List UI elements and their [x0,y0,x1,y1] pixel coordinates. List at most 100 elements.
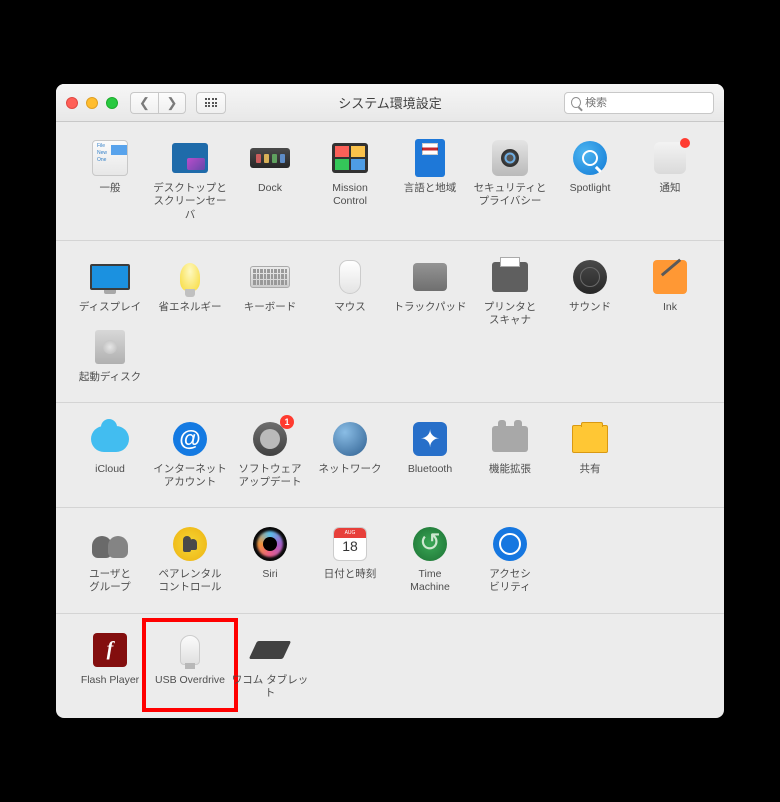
window-title: システム環境設定 [338,93,442,112]
pref-label: キーボード [244,301,297,314]
pref-lang[interactable]: 言語と地域 [390,138,470,221]
siri-icon [250,524,290,564]
pref-share[interactable]: 共有 [550,419,630,489]
pref-label: 日付と時刻 [324,568,377,581]
wacom-icon [250,630,290,670]
titlebar: ❮ ❯ システム環境設定 [56,84,724,122]
pref-sound[interactable]: サウンド [550,257,630,327]
pref-section-row3: iCloud@インターネット アカウント 1 ソフトウェア アップデートネットワーク… [56,402,724,507]
pref-label: サウンド [569,301,611,314]
trackpad-icon [410,257,450,297]
pref-bt[interactable]: ✦ Bluetooth [390,419,470,489]
pref-label: トラックパッド [394,301,467,314]
pref-ext[interactable]: 機能拡張 [470,419,550,489]
pref-label: ユーザと グループ [89,568,131,594]
pref-label: 通知 [660,182,681,195]
pref-printer[interactable]: プリンタと スキャナ [470,257,550,327]
pref-disk[interactable]: 起動ディスク [70,327,150,384]
pref-mission[interactable]: Mission Control [310,138,390,221]
pref-accounts[interactable]: @インターネット アカウント [150,419,230,489]
users-icon [90,524,130,564]
security-icon [490,138,530,178]
pref-ink[interactable]: Ink [630,257,710,327]
pref-label: Dock [258,182,282,195]
pref-users[interactable]: ユーザと グループ [70,524,150,594]
ink-icon [650,257,690,297]
back-button[interactable]: ❮ [130,92,158,114]
zoom-button[interactable] [106,97,118,109]
keyboard-icon [250,257,290,297]
ext-icon [490,419,530,459]
pref-label: Ink [663,301,677,314]
pref-label: Siri [262,568,277,581]
pref-label: セキュリティと プライバシー [474,182,547,208]
pref-wacom[interactable]: ワコム タブレット [230,630,310,700]
search-field[interactable] [564,92,714,114]
pref-keyboard[interactable]: キーボード [230,257,310,327]
pref-label: プリンタと スキャナ [484,301,537,327]
system-preferences-window: ❮ ❯ システム環境設定 一般 デスクトップと スクリーンセーバ Dock Missi… [56,84,724,718]
pref-notif[interactable]: 通知 [630,138,710,221]
pref-general[interactable]: 一般 [70,138,150,221]
accounts-icon: @ [170,419,210,459]
pref-label: アクセシ ビリティ [489,568,530,594]
pref-label: デスクトップと スクリーンセーバ [150,182,230,221]
pref-label: 言語と地域 [404,182,457,195]
update-icon: 1 [250,419,290,459]
pref-date[interactable]: AUG18 日付と時刻 [310,524,390,594]
search-input[interactable] [585,97,707,109]
flash-icon: f [90,630,130,670]
mouse-icon [330,257,370,297]
pref-label: 機能拡張 [489,463,531,476]
minimize-button[interactable] [86,97,98,109]
forward-button[interactable]: ❯ [158,92,186,114]
bt-icon: ✦ [410,419,450,459]
sound-icon [570,257,610,297]
printer-icon [490,257,530,297]
pref-flash[interactable]: fFlash Player [70,630,150,700]
pref-label: Mission Control [332,182,368,208]
icloud-icon [90,419,130,459]
search-icon [571,97,581,108]
desktop-icon [170,138,210,178]
notification-dot [680,138,690,148]
pref-update[interactable]: 1 ソフトウェア アップデート [230,419,310,489]
access-icon [490,524,530,564]
close-button[interactable] [66,97,78,109]
pref-parent[interactable]: ペアレンタル コントロール [150,524,230,594]
window-controls [66,97,118,109]
dock-icon [250,138,290,178]
pref-siri[interactable]: Siri [230,524,310,594]
pref-section-row1: 一般 デスクトップと スクリーンセーバ Dock Mission Control 言語と… [56,122,724,239]
pref-label: ソフトウェア アップデート [239,463,302,489]
parent-icon [170,524,210,564]
nav-segment: ❮ ❯ [130,92,186,114]
pref-label: Time Machine [410,568,450,594]
pref-dock[interactable]: Dock [230,138,310,221]
grid-icon [205,98,218,107]
pref-label: Bluetooth [408,463,452,476]
pref-network[interactable]: ネットワーク [310,419,390,489]
pref-display[interactable]: ディスプレイ [70,257,150,327]
show-all-button[interactable] [196,92,226,114]
pref-label: ディスプレイ [79,301,141,314]
pref-label: Spotlight [570,182,611,195]
general-icon [90,138,130,178]
pref-icloud[interactable]: iCloud [70,419,150,489]
pref-tm[interactable]: Time Machine [390,524,470,594]
pref-security[interactable]: セキュリティと プライバシー [470,138,550,221]
pref-desktop[interactable]: デスクトップと スクリーンセーバ [150,138,230,221]
pref-access[interactable]: アクセシ ビリティ [470,524,550,594]
usb-icon [170,630,210,670]
network-icon [330,419,370,459]
pref-trackpad[interactable]: トラックパッド [390,257,470,327]
pref-usb[interactable]: USB Overdrive [150,630,230,700]
date-icon: AUG18 [330,524,370,564]
pref-mouse[interactable]: マウス [310,257,390,327]
pref-energy[interactable]: 省エネルギー [150,257,230,327]
pref-section-row4: ユーザと グループ ペアレンタル コントロール Siri AUG18 日付と時刻 Time… [56,507,724,612]
pref-label: 一般 [100,182,121,195]
pref-spotlight[interactable]: Spotlight [550,138,630,221]
pref-label: ペアレンタル コントロール [159,568,222,594]
lang-icon [410,138,450,178]
